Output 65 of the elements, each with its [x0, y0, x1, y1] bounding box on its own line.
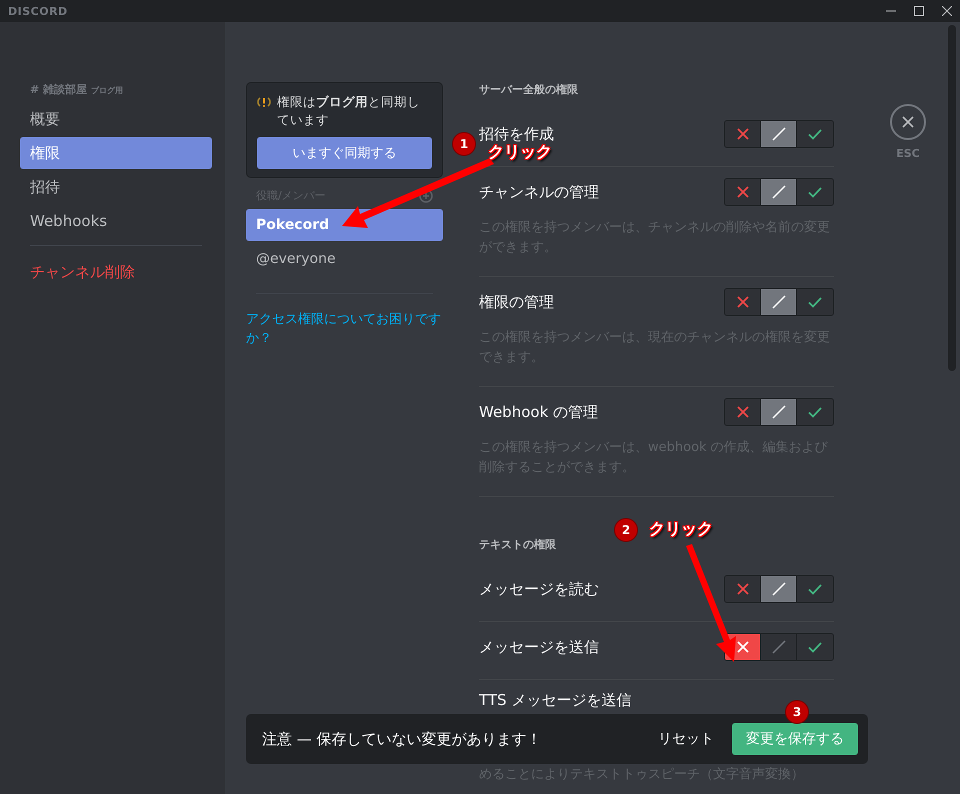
cross-icon	[736, 641, 748, 653]
section-heading: テキストの権限	[479, 537, 557, 552]
scrollbar[interactable]	[948, 25, 956, 371]
annotation-label: クリック	[649, 521, 713, 537]
sidebar-item[interactable]: 権限	[20, 137, 212, 169]
permission-title: メッセージを送信	[479, 638, 599, 656]
role-item[interactable]: @everyone	[246, 243, 443, 275]
sync-warning-icon	[257, 96, 271, 108]
close-icon	[902, 116, 914, 128]
check-icon	[808, 296, 822, 308]
unsaved-changes-message: 注意 — 保存していない変更があります！	[262, 730, 543, 748]
cross-icon	[736, 583, 748, 595]
permission-title: 招待を作成	[479, 124, 554, 144]
cross-icon	[736, 296, 748, 308]
check-icon	[808, 186, 822, 198]
app-logo: DISCORD	[8, 4, 68, 18]
permission-title: Webhook の管理	[479, 402, 598, 422]
slash-icon	[772, 405, 786, 419]
permission-toggle[interactable]	[724, 575, 834, 603]
check-icon	[808, 128, 822, 140]
step-number-badge: 1	[452, 132, 476, 156]
permission-title: 権限の管理	[479, 292, 554, 312]
permission-toggle[interactable]	[724, 120, 834, 148]
step-number-badge: 2	[614, 518, 638, 542]
permission-title: チャンネルの管理	[479, 182, 599, 202]
sidebar-item[interactable]: Webhooks	[20, 205, 212, 237]
check-icon	[808, 584, 822, 594]
save-changes-button[interactable]: 変更を保存する	[732, 723, 858, 755]
neutral-button[interactable]	[761, 576, 797, 602]
permission-title: TTS メッセージを送信	[479, 691, 632, 710]
step-number-badge: 3	[785, 700, 809, 724]
annotation-label: クリック	[488, 144, 552, 160]
neutral-button[interactable]	[761, 179, 797, 205]
cross-icon	[736, 186, 748, 198]
neutral-button[interactable]	[761, 399, 797, 425]
channel-name: # 雑談部屋	[30, 82, 88, 97]
neutral-button[interactable]	[761, 289, 797, 315]
sync-now-button[interactable]: いますぐ同期する	[257, 137, 432, 169]
neutral-button[interactable]	[761, 121, 797, 147]
cross-icon	[736, 406, 748, 418]
cross-icon	[736, 128, 748, 140]
close-icon[interactable]	[942, 6, 952, 16]
esc-label: ESC	[896, 147, 920, 160]
maximize-icon[interactable]	[914, 6, 924, 16]
permission-toggle[interactable]	[724, 398, 834, 426]
permission-toggle[interactable]	[724, 178, 834, 206]
check-icon	[808, 642, 822, 652]
delete-channel-item[interactable]: チャンネル削除	[20, 256, 212, 288]
permission-title: メッセージを読む	[479, 580, 599, 598]
slash-icon	[772, 640, 786, 654]
sidebar-item[interactable]: 概要	[20, 103, 212, 135]
sidebar-item[interactable]: 招待	[20, 171, 212, 203]
sync-notice-text: 権限はブログ用と同期しています	[277, 93, 421, 129]
role-item[interactable]: Pokecord	[246, 209, 443, 241]
category-name: ブログ用	[91, 85, 124, 96]
close-button[interactable]	[890, 104, 926, 140]
slash-icon	[772, 185, 786, 199]
reset-button[interactable]: リセット	[652, 729, 720, 749]
section-heading: サーバー全般の権限	[479, 82, 579, 97]
slash-icon	[772, 127, 786, 141]
slash-icon	[772, 582, 786, 596]
help-link[interactable]: アクセス権限についてお困りですか？	[246, 310, 443, 348]
slash-icon	[772, 295, 786, 309]
check-icon	[808, 406, 822, 418]
permission-toggle[interactable]	[724, 288, 834, 316]
